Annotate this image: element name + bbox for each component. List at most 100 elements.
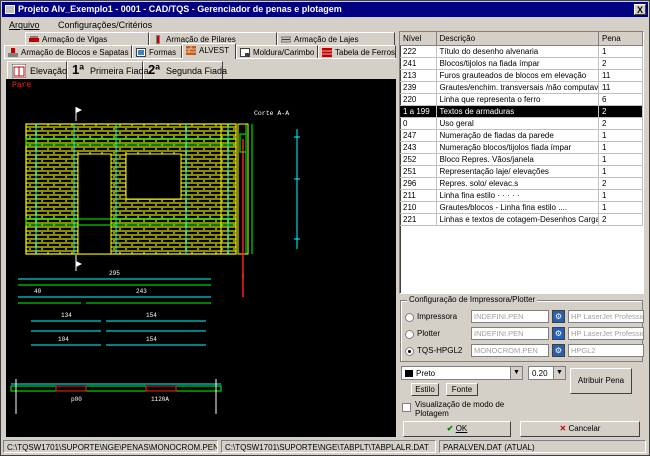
- ok-button[interactable]: ✔ OK: [403, 421, 511, 437]
- cell-nivel: 213: [400, 69, 437, 82]
- table-row[interactable]: 239 Grautes/enchim. transversais /não com…: [400, 81, 643, 94]
- tab-label: ALVEST: [199, 46, 230, 55]
- chevron-down-icon[interactable]: ▼: [553, 367, 565, 379]
- device-field[interactable]: HP LaserJet Professior: [568, 310, 644, 323]
- table-row[interactable]: 213 Furos grauteados de blocos em elevaçã…: [400, 69, 643, 82]
- slab-icon: [281, 36, 291, 43]
- status-paralven: PARALVEN.DAT (ATUAL): [439, 440, 646, 453]
- device-field[interactable]: HP LaserJet Professior: [568, 327, 644, 340]
- tab-formas[interactable]: Formas: [132, 45, 182, 59]
- configure-gear-icon[interactable]: ⚙: [552, 327, 565, 340]
- printer-config-group: Configuração de Impressora/Plotter Impre…: [400, 295, 644, 362]
- device-field[interactable]: HPGL2: [568, 344, 644, 357]
- table-row[interactable]: 220 Linha que representa o ferro 6: [400, 93, 643, 106]
- menu-arquivo[interactable]: Arquivo: [9, 20, 40, 30]
- cell-nivel: 220: [400, 93, 437, 106]
- chevron-down-icon[interactable]: ▼: [510, 367, 522, 379]
- pen-file-field[interactable]: INDEFINI.PEN: [471, 327, 549, 340]
- cell-nivel: 0: [400, 117, 437, 130]
- cell-pena: 1: [598, 153, 643, 166]
- cell-descricao: Linhas e textos de cotagem-Desenhos Carg…: [436, 213, 599, 226]
- tab-armacao-vigas[interactable]: Armação de Vigas: [25, 32, 149, 46]
- radio-tqs-hpgl2[interactable]: [405, 347, 414, 356]
- cell-pena: 11: [598, 81, 643, 94]
- table-header-row: Nível Descrição Pena: [400, 32, 643, 46]
- cancel-x-icon: ✕: [559, 424, 567, 433]
- dim-104: 104: [58, 336, 69, 343]
- table-row[interactable]: 0 Uso geral 2: [400, 117, 643, 130]
- tab-moldura-carimbo[interactable]: Moldura/Carimbo: [236, 45, 318, 59]
- dim-40: 40: [34, 288, 42, 295]
- cancel-button[interactable]: ✕ Cancelar: [520, 421, 640, 437]
- pen-width-value: 0.20: [532, 369, 548, 378]
- tab-blocos-sapatas[interactable]: Armação de Blocos e Sapatas: [4, 45, 132, 59]
- cell-pena: 11: [598, 69, 643, 82]
- cell-descricao: Repres. solo/ elevac.s: [436, 177, 599, 190]
- configure-gear-icon[interactable]: ⚙: [552, 344, 565, 357]
- dim-295: 295: [109, 270, 120, 277]
- table-row[interactable]: 210 Grautes/blocos - Linha fina estilo ..…: [400, 201, 643, 214]
- printer-label: TQS-HPGL2: [417, 346, 463, 355]
- cell-pena: 1: [598, 45, 643, 58]
- table-row[interactable]: 243 Numeração blocos/tijolos fiada ímpar 1: [400, 141, 643, 154]
- pen-file-field[interactable]: MONOCROM.PEN: [471, 344, 549, 357]
- subtab-label: Primeira Fiada: [90, 66, 149, 76]
- table-row[interactable]: 296 Repres. solo/ elevac.s 2: [400, 177, 643, 190]
- table-row[interactable]: 251 Representação laje/ elevações 1: [400, 165, 643, 178]
- window-opening: [125, 153, 182, 200]
- menu-bar: Arquivo Configurações/Critérios: [3, 18, 162, 32]
- cell-descricao: Numeração de fiadas da parede: [436, 129, 599, 142]
- tab-alvest[interactable]: ALVEST: [182, 43, 236, 59]
- cell-descricao: Blocos/tijolos na fiada ímpar: [436, 57, 599, 70]
- col-nivel[interactable]: Nível: [400, 32, 437, 46]
- radio-plotter[interactable]: [405, 330, 414, 339]
- dim-134: 134: [61, 312, 72, 319]
- col-descricao[interactable]: Descrição: [436, 32, 599, 46]
- cell-pena: 1: [598, 189, 643, 202]
- table-row[interactable]: 222 Título do desenho alvenaria 1: [400, 45, 643, 58]
- cell-nivel: 241: [400, 57, 437, 70]
- subtab-segunda-fiada[interactable]: 2ª Segunda Fiada: [143, 61, 227, 79]
- printer-row-tqs-hpgl2: TQS-HPGL2 MONOCROM.PEN ⚙ HPGL2: [405, 344, 644, 359]
- cad-drawing-canvas[interactable]: Pare Corte A-A 295 40 243 134 154 104 15…: [6, 79, 396, 437]
- table-row[interactable]: 211 Linha fina estilo · · · · · 1: [400, 189, 643, 202]
- atribuir-pena-button[interactable]: Atribuir Pena: [570, 368, 632, 394]
- fonte-button[interactable]: Fonte: [446, 383, 478, 396]
- dim-154: 154: [146, 312, 157, 319]
- pen-level-table[interactable]: Nível Descrição Pena 222 Título do desenh…: [399, 31, 644, 294]
- subtab-elevacao[interactable]: Elevação: [7, 61, 67, 79]
- rebar-table-icon: [322, 48, 332, 57]
- tab-label: Armação de Blocos e Sapatas: [21, 48, 129, 57]
- tab-tabela-ferros[interactable]: Tabela de Ferros: [318, 45, 396, 59]
- pen-color-value: Preto: [416, 369, 436, 378]
- cell-nivel: 239: [400, 81, 437, 94]
- plot-mode-label: Visualização de modo de Plotagem: [415, 400, 505, 418]
- close-button[interactable]: X: [634, 4, 646, 15]
- pen-file-field[interactable]: INDEFINI.PEN: [471, 310, 549, 323]
- table-row[interactable]: 252 Bloco Repres. Vãos/janela 1: [400, 153, 643, 166]
- pen-color-select[interactable]: Preto ▼: [401, 366, 523, 380]
- table-row[interactable]: 221 Linhas e textos de cotagem-Desenhos C…: [400, 213, 643, 226]
- printer-label: Impressora: [417, 312, 458, 321]
- cell-pena: 1: [598, 165, 643, 178]
- main-window: Projeto Alv_Exemplo1 - 0001 - CAD/TQS - …: [0, 0, 650, 456]
- cell-descricao: Linha fina estilo · · · · ·: [436, 189, 599, 202]
- estilo-button[interactable]: Estilo: [411, 383, 439, 396]
- pen-width-select[interactable]: 0.20 ▼: [528, 366, 566, 380]
- tab-armacao-lajes[interactable]: Armação de Lajes: [277, 32, 395, 46]
- configure-gear-icon[interactable]: ⚙: [552, 310, 565, 323]
- menu-config[interactable]: Configurações/Critérios: [58, 20, 152, 30]
- check-icon: ✔: [446, 424, 454, 433]
- subtab-prefix: 2ª: [148, 62, 161, 77]
- subtab-primeira-fiada[interactable]: 1ª Primeira Fiada: [67, 61, 149, 79]
- subtab-label: Segunda Fiada: [166, 66, 228, 76]
- table-row[interactable]: 1 a 199 Textos de armaduras 2: [400, 105, 643, 118]
- col-pena[interactable]: Pena: [598, 32, 643, 46]
- plot-mode-checkbox[interactable]: [402, 403, 411, 412]
- cell-nivel: 1 a 199: [400, 105, 437, 118]
- cell-pena: 1: [598, 141, 643, 154]
- table-row[interactable]: 241 Blocos/tijolos na fiada ímpar 2: [400, 57, 643, 70]
- tab-label: Tabela de Ferros: [335, 48, 396, 57]
- radio-impressora[interactable]: [405, 313, 414, 322]
- table-row[interactable]: 247 Numeração de fiadas da parede 1: [400, 129, 643, 142]
